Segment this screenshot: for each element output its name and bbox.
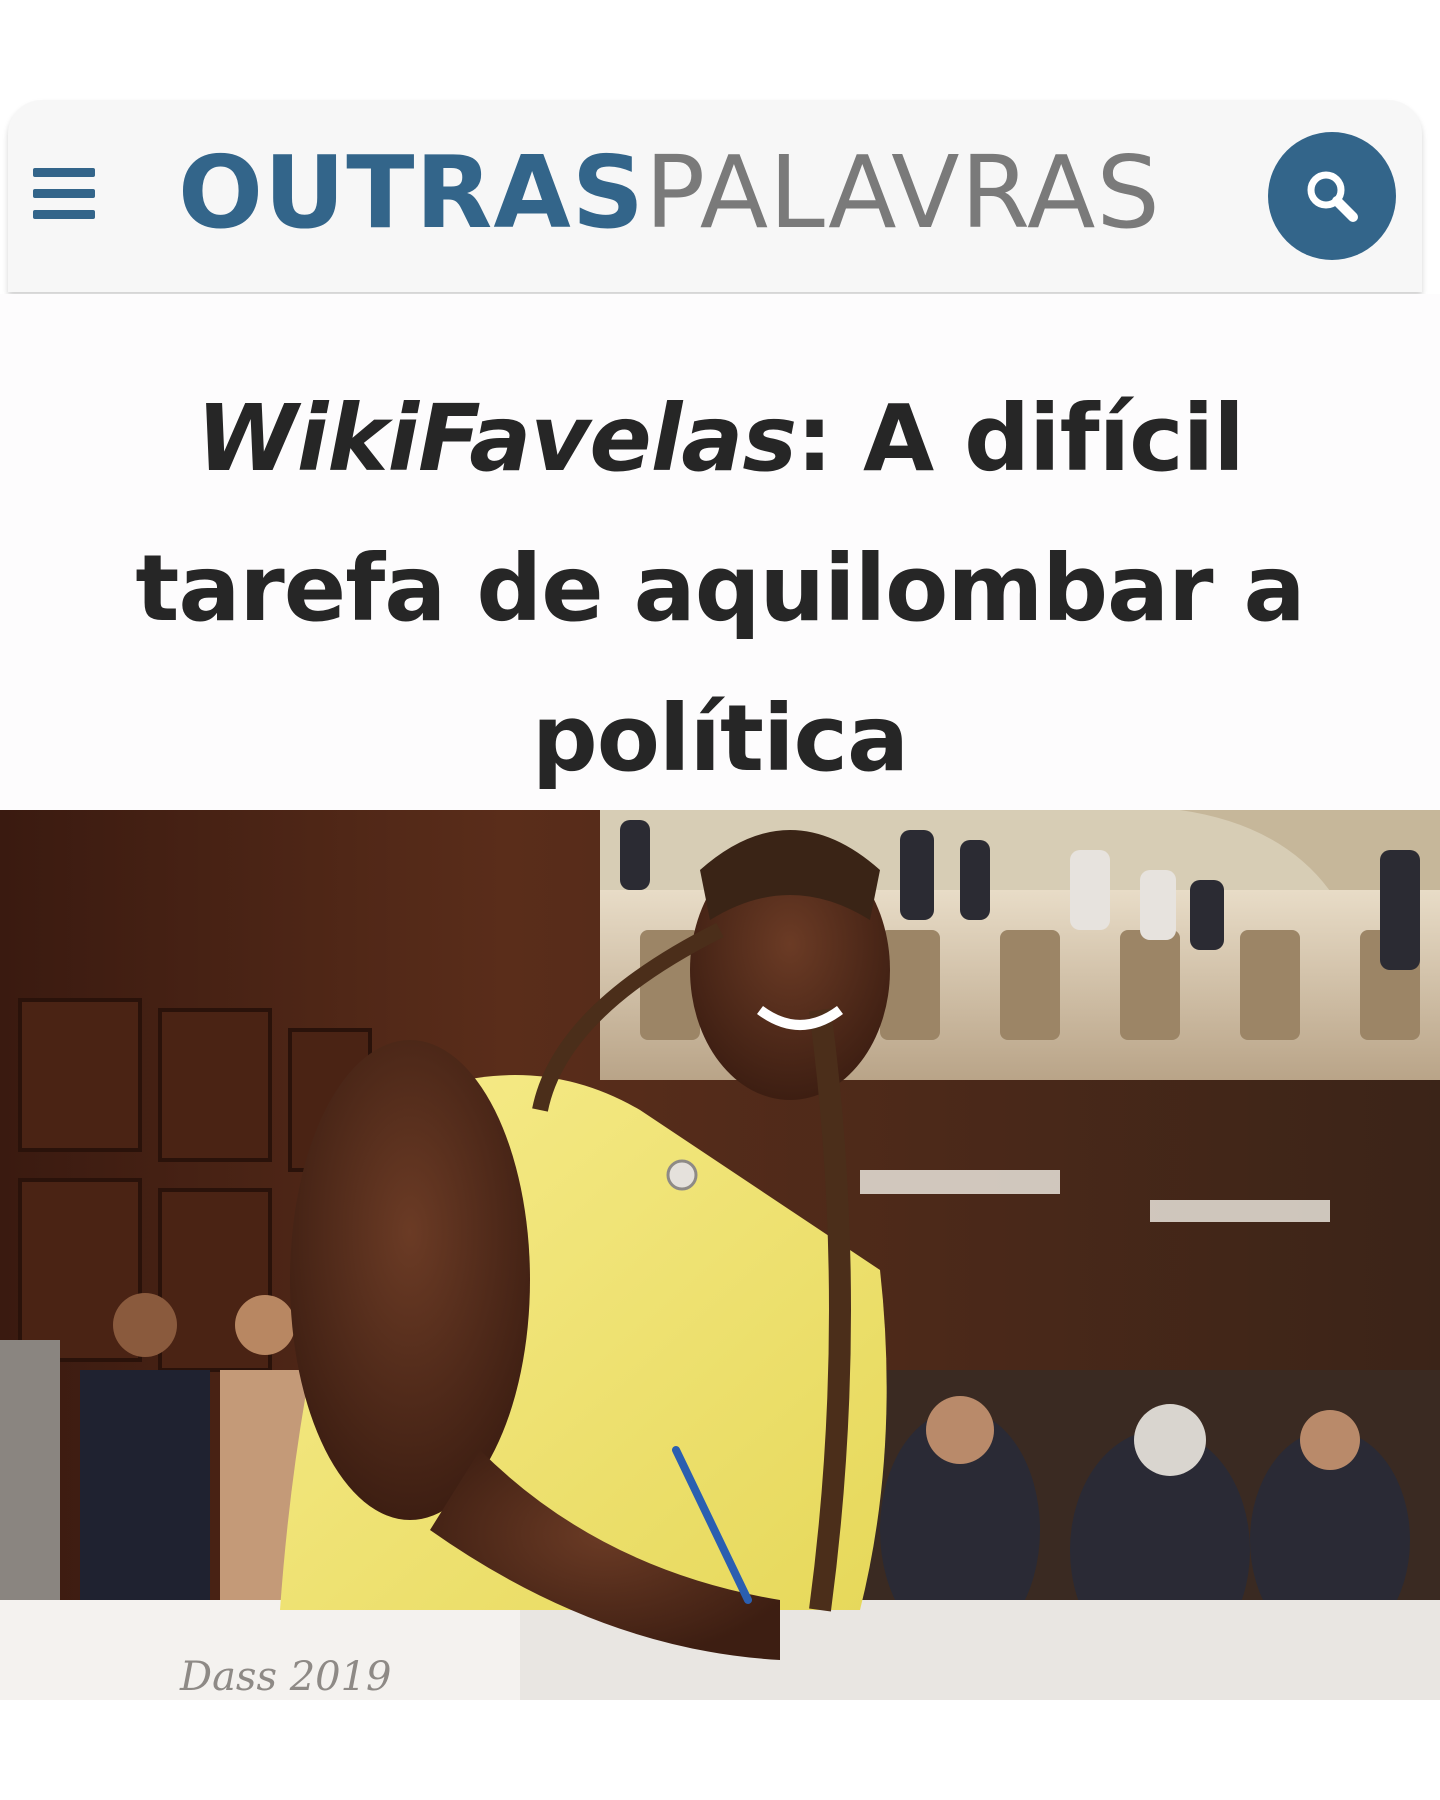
article-page: OUTRASPALAVRAS WikiFavelas: A difícil ta…	[0, 0, 1440, 1800]
site-logo[interactable]: OUTRASPALAVRAS	[178, 138, 1161, 248]
article-hero-photo[interactable]: Dass 2019	[0, 810, 1440, 1700]
search-button[interactable]	[1268, 132, 1396, 260]
desk-placard-text: Dass 2019	[179, 1654, 391, 1700]
headline-section: WikiFavelas: A difícil tarefa de aquilom…	[0, 294, 1440, 810]
article-title[interactable]: WikiFavelas: A difícil tarefa de aquilom…	[30, 364, 1410, 814]
article-title-italic: WikiFavelas	[196, 385, 797, 492]
logo-bold-text: OUTRAS	[178, 134, 645, 251]
site-header: OUTRASPALAVRAS	[8, 100, 1422, 292]
search-icon	[1307, 171, 1358, 222]
logo-light-text: PALAVRAS	[644, 134, 1161, 251]
hero-photo-illustration: Dass 2019	[0, 810, 1440, 1700]
bottom-spacer	[0, 1700, 1440, 1800]
menu-button[interactable]	[30, 158, 100, 228]
